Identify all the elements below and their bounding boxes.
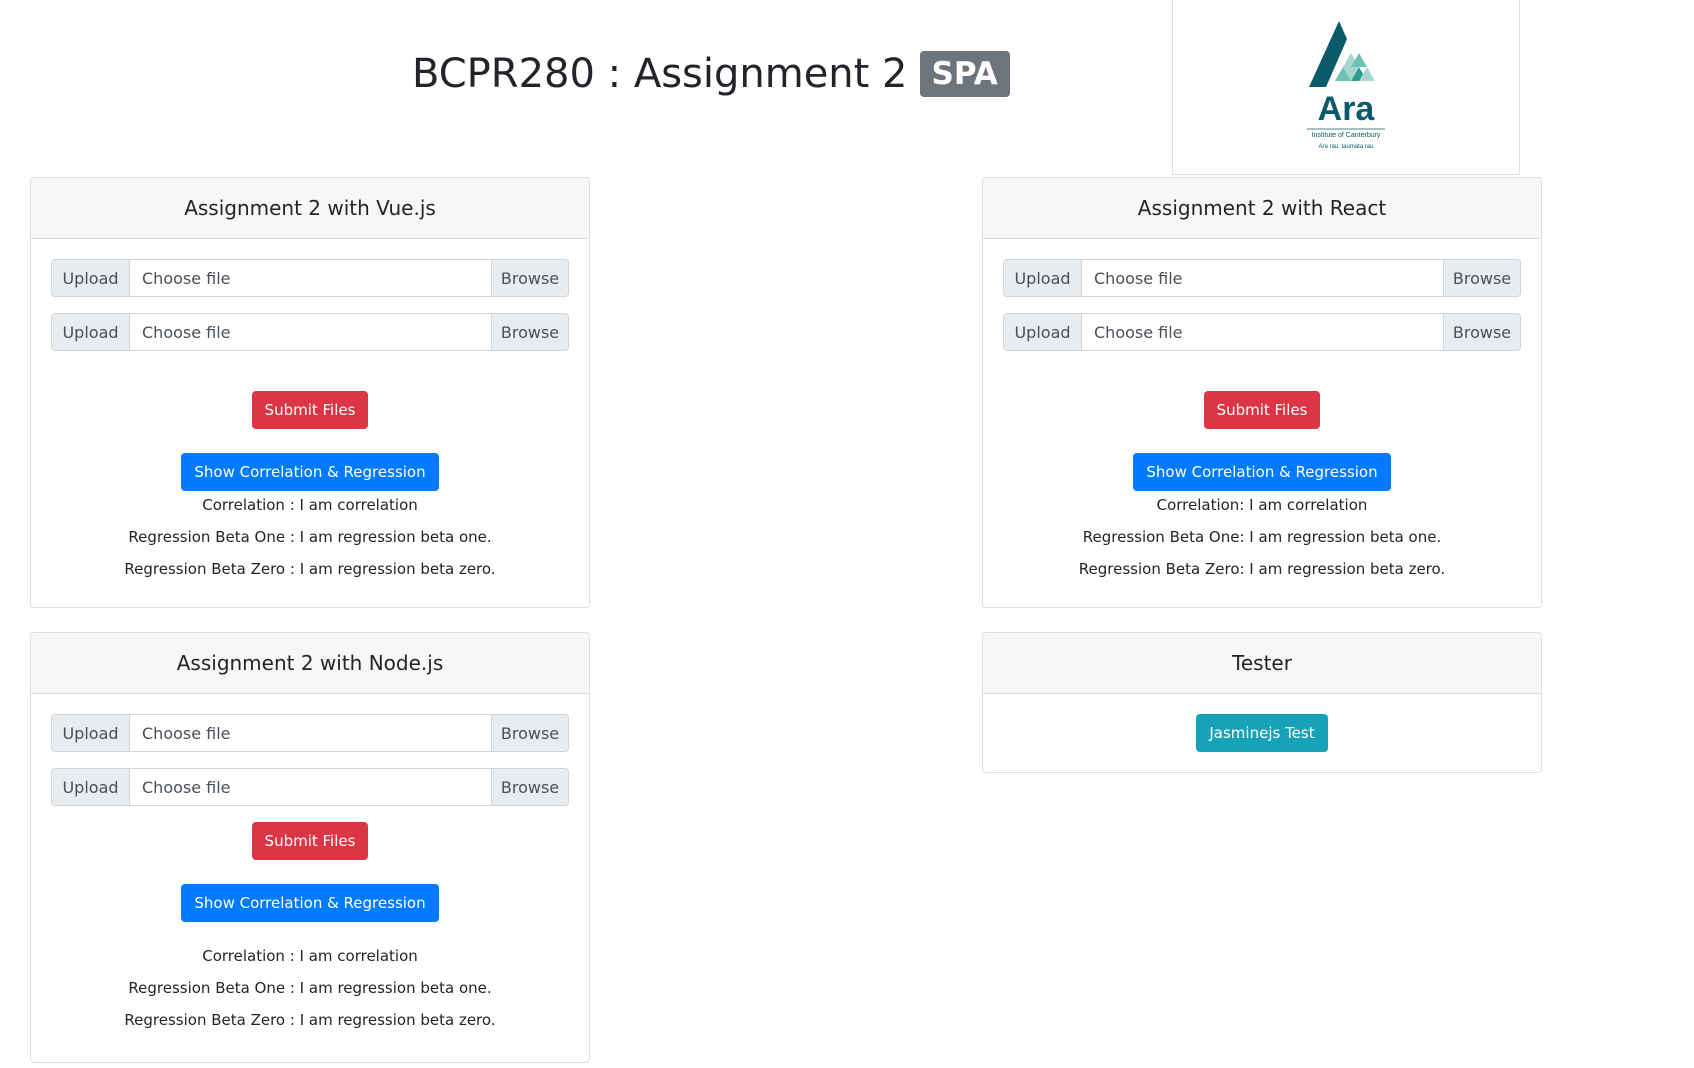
vue-card: Assignment 2 with Vue.js Upload Choose f… xyxy=(30,177,590,608)
browse-button[interactable]: Browse xyxy=(491,260,568,296)
choose-file-input[interactable]: Choose file xyxy=(130,314,491,350)
vue-submit-files-button[interactable]: Submit Files xyxy=(251,391,369,429)
tester-card-title: Tester xyxy=(983,633,1541,694)
node-file-upload-2[interactable]: Upload Choose file Browse xyxy=(51,768,569,806)
page-title-text: BCPR280 : Assignment 2 xyxy=(412,51,908,97)
node-beta-one-text: Regression Beta One : I am regression be… xyxy=(128,979,492,997)
browse-button[interactable]: Browse xyxy=(491,715,568,751)
upload-label: Upload xyxy=(1004,260,1082,296)
react-beta-zero-text: Regression Beta Zero: I am regression be… xyxy=(1078,560,1446,578)
page-title: BCPR280 : Assignment 2 SPA xyxy=(412,44,1010,104)
react-submit-files-button[interactable]: Submit Files xyxy=(1203,391,1321,429)
browse-button[interactable]: Browse xyxy=(491,769,568,805)
upload-label: Upload xyxy=(1004,314,1082,350)
node-file-upload-1[interactable]: Upload Choose file Browse xyxy=(51,714,569,752)
upload-label: Upload xyxy=(52,260,130,296)
choose-file-input[interactable]: Choose file xyxy=(1082,314,1443,350)
node-show-correlation-button[interactable]: Show Correlation & Regression xyxy=(181,884,439,922)
choose-file-input[interactable]: Choose file xyxy=(130,769,491,805)
vue-correlation-text: Correlation : I am correlation xyxy=(202,496,418,514)
logo-subtitle: Institute of Canterbury xyxy=(1312,132,1381,139)
browse-button[interactable]: Browse xyxy=(1443,260,1520,296)
vue-show-correlation-button[interactable]: Show Correlation & Regression xyxy=(181,453,439,491)
choose-file-input[interactable]: Choose file xyxy=(130,715,491,751)
react-card-title: Assignment 2 with React xyxy=(983,178,1541,239)
vue-beta-zero-text: Regression Beta Zero : I am regression b… xyxy=(124,560,496,578)
react-file-upload-2[interactable]: Upload Choose file Browse xyxy=(1003,313,1521,351)
upload-label: Upload xyxy=(52,715,130,751)
react-file-upload-1[interactable]: Upload Choose file Browse xyxy=(1003,259,1521,297)
vue-card-title: Assignment 2 with Vue.js xyxy=(31,178,589,239)
vue-file-upload-1[interactable]: Upload Choose file Browse xyxy=(51,259,569,297)
tester-card: Tester Jasminejs Test xyxy=(982,632,1542,773)
vue-file-upload-2[interactable]: Upload Choose file Browse xyxy=(51,313,569,351)
node-card-title: Assignment 2 with Node.js xyxy=(31,633,589,694)
upload-label: Upload xyxy=(52,769,130,805)
ara-logo-icon: Ara Institute of Canterbury Ara rau, tau… xyxy=(1307,20,1385,150)
react-correlation-text: Correlation: I am correlation xyxy=(1156,496,1368,514)
choose-file-input[interactable]: Choose file xyxy=(130,260,491,296)
node-submit-files-button[interactable]: Submit Files xyxy=(251,822,369,860)
choose-file-input[interactable]: Choose file xyxy=(1082,260,1443,296)
browse-button[interactable]: Browse xyxy=(491,314,568,350)
react-beta-one-text: Regression Beta One: I am regression bet… xyxy=(1082,528,1442,546)
node-beta-zero-text: Regression Beta Zero : I am regression b… xyxy=(124,1011,496,1029)
upload-label: Upload xyxy=(52,314,130,350)
browse-button[interactable]: Browse xyxy=(1443,314,1520,350)
jasminejs-test-button[interactable]: Jasminejs Test xyxy=(1196,714,1328,752)
react-show-correlation-button[interactable]: Show Correlation & Regression xyxy=(1133,453,1391,491)
logo-text: Ara xyxy=(1318,90,1376,128)
spa-badge: SPA xyxy=(919,51,1010,97)
react-card: Assignment 2 with React Upload Choose fi… xyxy=(982,177,1542,608)
ara-logo: Ara Institute of Canterbury Ara rau, tau… xyxy=(1172,0,1520,175)
node-correlation-text: Correlation : I am correlation xyxy=(202,947,418,965)
node-card: Assignment 2 with Node.js Upload Choose … xyxy=(30,632,590,1063)
vue-beta-one-text: Regression Beta One : I am regression be… xyxy=(128,528,492,546)
logo-tagline: Ara rau, taumata rau xyxy=(1318,144,1373,150)
